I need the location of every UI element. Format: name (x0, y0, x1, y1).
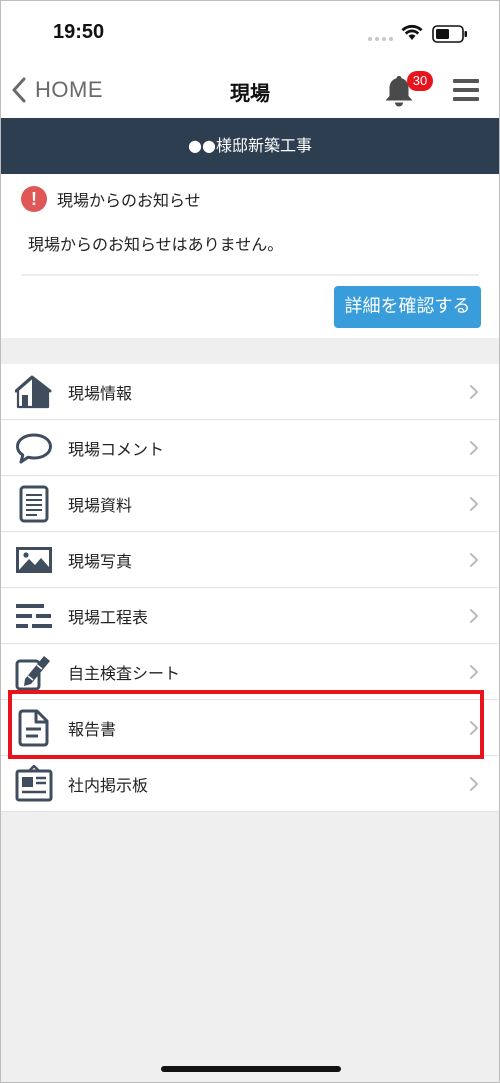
house-icon (15, 375, 52, 409)
document-lines-icon (19, 485, 49, 523)
menu-item-label: 現場写真 (68, 551, 133, 571)
menu-item-label: 報告書 (68, 719, 117, 739)
photo-icon (16, 547, 52, 573)
notification-badge: 30 (407, 71, 433, 91)
schedule-bars-icon (16, 604, 52, 628)
menu-item-label: 現場コメント (68, 439, 165, 459)
notice-body: 現場からのお知らせはありません。 (28, 235, 284, 254)
menu-item-label: 現場工程表 (68, 607, 149, 627)
chevron-right-icon (470, 497, 479, 511)
menu-item-label: 社内掲示板 (68, 775, 149, 795)
exclamation-alert-icon: ! (21, 186, 47, 212)
notice-title: 現場からのお知らせ (57, 191, 201, 210)
site-menu-list: 現場情報 現場コメント 現場資料 現場写真 現場工程表 自主検査シート 報告書 … (1, 364, 499, 812)
chevron-right-icon (470, 665, 479, 679)
menu-item-inspection-sheet[interactable]: 自主検査シート (1, 644, 499, 700)
menu-item-site-documents[interactable]: 現場資料 (1, 476, 499, 532)
chevron-right-icon (470, 441, 479, 455)
menu-item-label: 現場資料 (68, 495, 133, 515)
tablet-pencil-icon (15, 656, 50, 691)
menu-item-bulletin-board[interactable]: 社内掲示板 (1, 756, 499, 812)
site-notice-card: ! 現場からのお知らせ 現場からのお知らせはありません。 詳細を確認する (1, 174, 499, 338)
site-name-banner: ●●様邸新築工事 (1, 118, 499, 174)
report-file-icon (18, 709, 49, 747)
menu-item-site-info[interactable]: 現場情報 (1, 364, 499, 420)
navigation-bar: HOME 現場 30 (1, 63, 499, 118)
wifi-icon (401, 24, 423, 40)
status-time: 19:50 (53, 21, 105, 43)
chevron-right-icon (470, 721, 479, 735)
hamburger-menu-icon[interactable] (453, 79, 479, 101)
cellular-signal-icon (368, 37, 393, 41)
chevron-right-icon (470, 553, 479, 567)
home-indicator (161, 1066, 341, 1072)
menu-item-label: 自主検査シート (68, 663, 181, 683)
notice-divider (21, 274, 479, 276)
menu-item-report[interactable]: 報告書 (1, 700, 499, 756)
battery-icon (432, 25, 467, 43)
chevron-right-icon (470, 777, 479, 791)
view-details-button[interactable]: 詳細を確認する (334, 286, 481, 328)
status-bar: 19:50 (1, 1, 499, 63)
chevron-right-icon (470, 609, 479, 623)
menu-item-site-schedule[interactable]: 現場工程表 (1, 588, 499, 644)
menu-item-label: 現場情報 (68, 383, 133, 403)
bulletin-board-icon (15, 765, 53, 802)
notice-header: ! 現場からのお知らせ (21, 186, 201, 212)
chevron-right-icon (470, 385, 479, 399)
app-screen: 19:50 HOME 現場 30 ●●様邸新築工事 ! 現場からのお知らせ 現場… (0, 0, 500, 1083)
speech-bubble-icon (16, 433, 52, 464)
menu-item-site-comment[interactable]: 現場コメント (1, 420, 499, 476)
menu-item-site-photos[interactable]: 現場写真 (1, 532, 499, 588)
